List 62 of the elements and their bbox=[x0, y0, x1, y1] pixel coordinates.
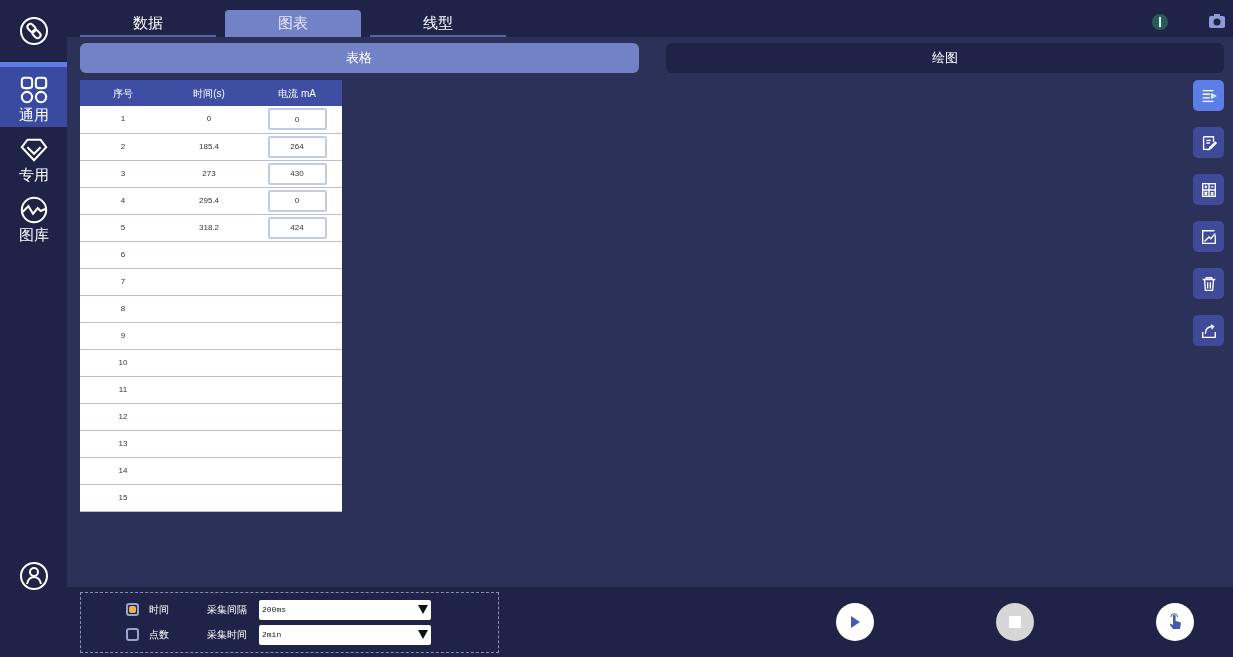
input-field[interactable]: 430 bbox=[267, 162, 327, 185]
table-cell: 273 bbox=[166, 160, 252, 187]
sidebar-item[interactable]: 图库 bbox=[0, 187, 67, 247]
tab[interactable]: 线型 bbox=[370, 10, 506, 37]
column-header: 序号 bbox=[80, 80, 166, 106]
table-cell: 9 bbox=[80, 322, 166, 349]
table-cell: 12 bbox=[80, 403, 166, 430]
table-cell: 8 bbox=[80, 295, 166, 322]
toolbar-button[interactable] bbox=[1193, 315, 1224, 346]
table-cell: 185.4 bbox=[166, 133, 252, 160]
table-cell: 13 bbox=[80, 430, 166, 457]
input-field[interactable]: 0 bbox=[267, 108, 327, 131]
touch-button[interactable] bbox=[1156, 603, 1194, 641]
export-icon bbox=[1199, 321, 1218, 340]
grid-icon bbox=[18, 75, 49, 105]
column-header: 时间(s) bbox=[166, 80, 252, 106]
table-cell: 6 bbox=[80, 241, 166, 268]
calculator-icon bbox=[1199, 180, 1218, 199]
tab[interactable]: 数据 bbox=[80, 10, 216, 37]
play-button[interactable] bbox=[836, 603, 874, 641]
table-cell: 0 bbox=[166, 106, 252, 133]
sub-tab[interactable]: 表格 bbox=[80, 43, 639, 73]
link-icon[interactable] bbox=[18, 16, 49, 46]
table-cell: 7 bbox=[80, 268, 166, 295]
radio-label: 时间 bbox=[149, 603, 170, 617]
toolbar-button[interactable] bbox=[1193, 127, 1224, 158]
sub-tab[interactable]: 绘图 bbox=[665, 43, 1224, 73]
table-cell: 1 bbox=[80, 106, 166, 133]
table-cell: 318.2 bbox=[166, 214, 252, 241]
column-header: 电流 mA bbox=[252, 80, 342, 106]
table-cell: 14 bbox=[80, 457, 166, 484]
input-field[interactable]: 0 bbox=[267, 189, 327, 212]
sidebar-item[interactable]: 通用 bbox=[0, 62, 67, 127]
table-cell: 15 bbox=[80, 484, 166, 511]
table-cell: 11 bbox=[80, 376, 166, 403]
user-icon[interactable] bbox=[18, 561, 49, 591]
radio-button[interactable] bbox=[126, 603, 139, 616]
input-field[interactable]: 264 bbox=[267, 135, 327, 158]
dropdown[interactable]: 2min bbox=[259, 624, 431, 645]
toolbar-button[interactable] bbox=[1193, 80, 1224, 111]
dropdown[interactable]: 200ms bbox=[259, 599, 431, 620]
setting-label: 采集间隔 bbox=[207, 603, 248, 617]
wave-icon bbox=[18, 195, 49, 225]
table-cell: 295.4 bbox=[166, 187, 252, 214]
table-cell: 10 bbox=[80, 349, 166, 376]
toolbar-button[interactable] bbox=[1193, 174, 1224, 205]
toolbar-button[interactable] bbox=[1193, 221, 1224, 252]
caret-icon bbox=[418, 605, 428, 614]
table-cell: 3 bbox=[80, 160, 166, 187]
radio-label: 点数 bbox=[149, 628, 170, 642]
info-icon[interactable] bbox=[1152, 14, 1168, 30]
camera-icon[interactable] bbox=[1209, 14, 1225, 28]
chart-icon bbox=[1199, 227, 1218, 246]
toolbar-button[interactable] bbox=[1193, 268, 1224, 299]
setting-label: 采集时间 bbox=[207, 628, 248, 642]
input-field[interactable]: 424 bbox=[267, 216, 327, 239]
table-cell: 4 bbox=[80, 187, 166, 214]
sidebar-item[interactable]: 专用 bbox=[0, 127, 67, 187]
table-cell: 2 bbox=[80, 133, 166, 160]
caret-icon bbox=[418, 630, 428, 639]
table-cell: 5 bbox=[80, 214, 166, 241]
radio-button[interactable] bbox=[126, 628, 139, 641]
